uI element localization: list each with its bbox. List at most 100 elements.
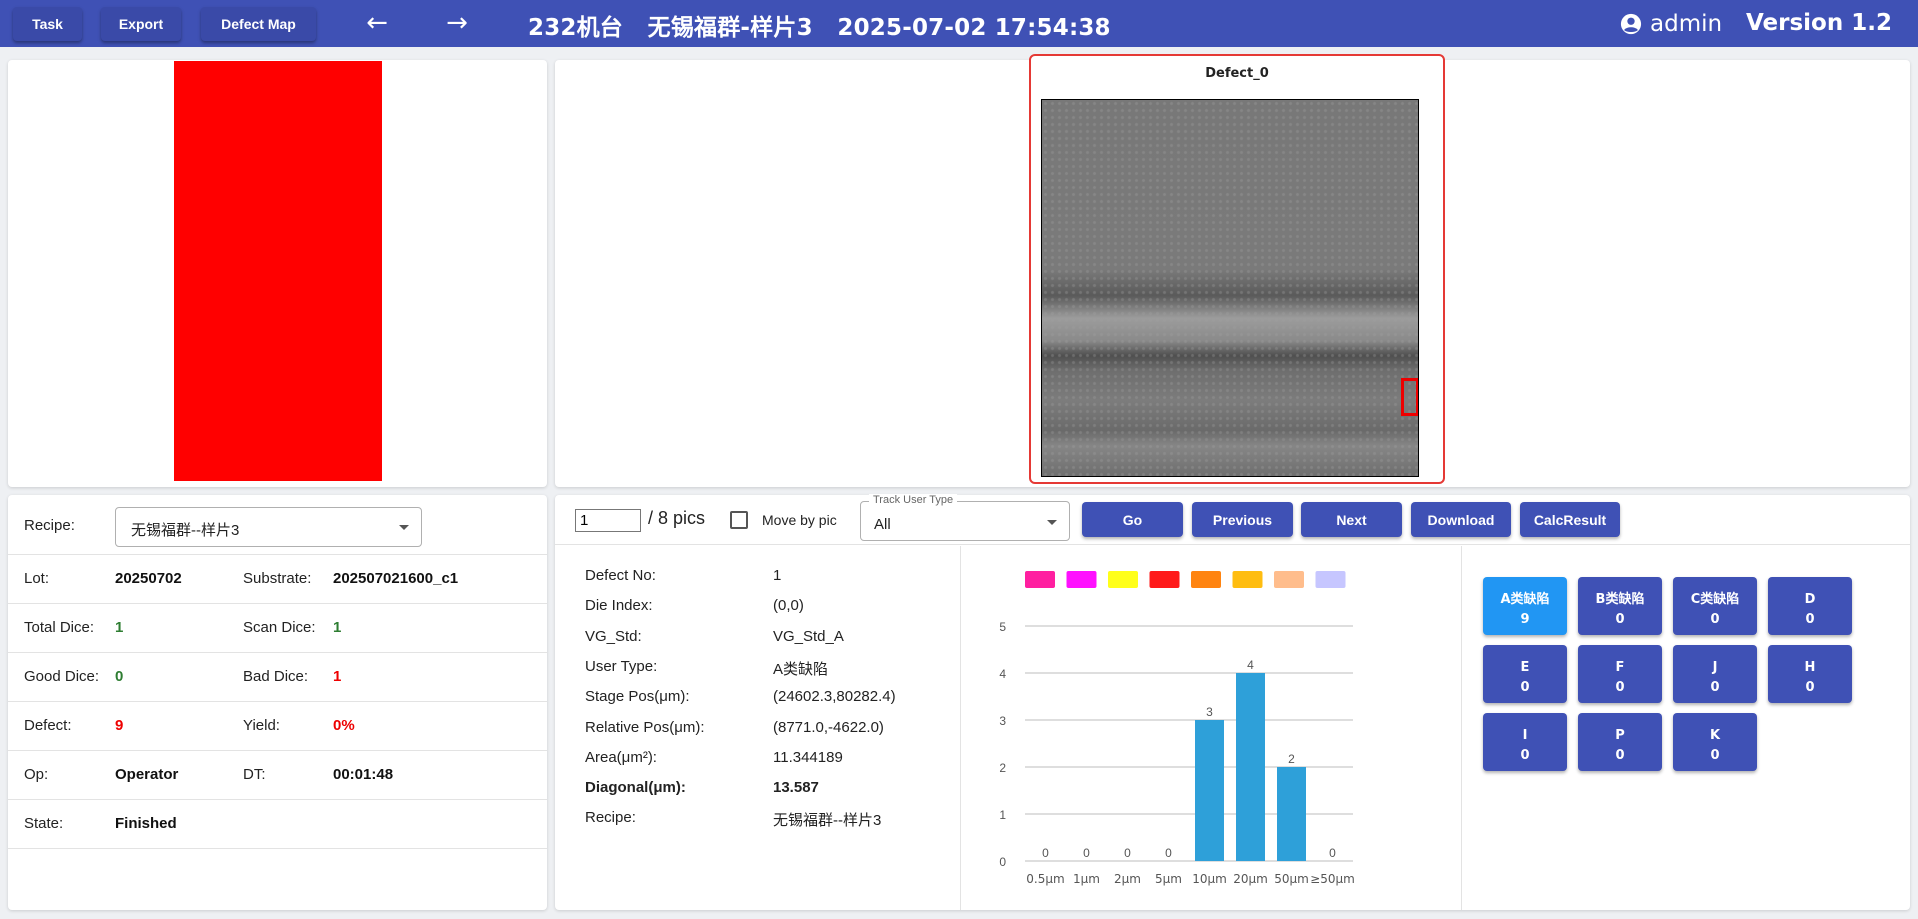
bar-value-label: 0 bbox=[1165, 846, 1172, 860]
info-row: State: Finished bbox=[8, 800, 547, 849]
defect-type-button[interactable]: C类缺陷 0 bbox=[1673, 577, 1757, 635]
defect-card[interactable]: Defect_0 bbox=[1029, 54, 1445, 484]
x-tick-label: 5μm bbox=[1155, 872, 1182, 886]
defect-map-button[interactable]: Defect Map bbox=[201, 7, 316, 41]
info-value: 0% bbox=[333, 717, 355, 734]
navigation-controls: / 8 pics Move by pic Track User Type All… bbox=[555, 494, 1910, 545]
defect-type-button[interactable]: K0 bbox=[1673, 713, 1757, 771]
defect-image-panel: Defect_0 bbox=[555, 54, 1910, 487]
x-tick-label: 10μm bbox=[1192, 872, 1227, 886]
x-tick-label: 2μm bbox=[1114, 872, 1141, 886]
detail-value: (0,0) bbox=[773, 597, 804, 615]
defect-image bbox=[1041, 99, 1419, 477]
info-row: Defect: 9 Yield: 0% bbox=[8, 702, 547, 751]
move-by-pic-checkbox[interactable] bbox=[730, 511, 748, 529]
defect-title: Defect_0 bbox=[1205, 66, 1269, 81]
task-button[interactable]: Task bbox=[13, 7, 82, 41]
defect-type-button[interactable]: B类缺陷 0 bbox=[1578, 577, 1662, 635]
info-row: Op: Operator DT: 00:01:48 bbox=[8, 751, 547, 800]
page-number-input[interactable] bbox=[575, 509, 641, 532]
defect-type-name: K bbox=[1709, 727, 1721, 743]
defect-type-button[interactable]: D0 bbox=[1768, 577, 1852, 635]
legend-swatch bbox=[1108, 571, 1138, 588]
page-title: 232机台 无锡福群-样片3 2025-07-02 17:54:38 bbox=[528, 15, 1111, 41]
x-tick-label: 50μm bbox=[1274, 872, 1309, 886]
arrow-right-icon[interactable]: → bbox=[441, 8, 473, 40]
defect-type-name: I bbox=[1522, 727, 1528, 743]
info-label: Good Dice: bbox=[24, 668, 100, 685]
info-label: State: bbox=[24, 815, 64, 832]
detail-area: Defect No: 1 Die Index: (0,0) VG_Std: VG_Std_… bbox=[555, 546, 1910, 910]
die-map-cell[interactable] bbox=[174, 61, 382, 481]
bar-value-label: 0 bbox=[1083, 846, 1090, 860]
info-label: Defect: bbox=[24, 717, 72, 734]
recipe-select-value: 无锡福群--样片3 bbox=[131, 522, 240, 539]
defect-type-name: E bbox=[1520, 659, 1530, 675]
detail-value: 无锡福群--样片3 bbox=[773, 812, 882, 830]
bar-value-label: 0 bbox=[1042, 846, 1049, 860]
info-row: Total Dice: 1 Scan Dice: 1 bbox=[8, 604, 547, 653]
detail-label: Defect No: bbox=[585, 567, 656, 584]
go-button[interactable]: Go bbox=[1082, 502, 1183, 537]
defect-type-name: J bbox=[1712, 659, 1718, 675]
y-tick-label: 4 bbox=[999, 667, 1006, 681]
user-menu[interactable]: admin bbox=[1620, 10, 1722, 38]
x-tick-label: ≥50μm bbox=[1310, 872, 1355, 886]
bar bbox=[1277, 767, 1306, 861]
defect-type-name: F bbox=[1615, 659, 1625, 675]
defect-marker bbox=[1401, 378, 1418, 416]
info-value: 202507021600_c1 bbox=[333, 570, 459, 587]
info-value: 9 bbox=[115, 717, 124, 734]
calc-result-button[interactable]: CalcResult bbox=[1520, 502, 1620, 537]
bar bbox=[1195, 720, 1224, 861]
detail-value: 1 bbox=[773, 567, 782, 584]
defect-type-button[interactable]: E0 bbox=[1483, 645, 1567, 703]
defect-type-button[interactable]: A类缺陷 9 bbox=[1483, 577, 1567, 635]
legend-swatch bbox=[1315, 571, 1346, 588]
defect-type-button[interactable]: P0 bbox=[1578, 713, 1662, 771]
y-tick-label: 3 bbox=[999, 714, 1006, 728]
defect-type-name: P bbox=[1615, 727, 1625, 743]
bar-value-label: 4 bbox=[1247, 658, 1254, 672]
bar bbox=[1236, 673, 1265, 861]
defect-type-name: B类缺陷 bbox=[1595, 591, 1645, 607]
track-user-type-legend: Track User Type bbox=[869, 494, 958, 506]
detail-label: Area(μm²): bbox=[585, 748, 657, 766]
defect-type-button[interactable]: H0 bbox=[1768, 645, 1852, 703]
bar-value-label: 3 bbox=[1206, 705, 1213, 719]
legend-swatch bbox=[1274, 571, 1304, 588]
y-tick-label: 0 bbox=[999, 855, 1006, 869]
info-value: 1 bbox=[333, 668, 342, 685]
detail-label: VG_Std: bbox=[585, 627, 642, 645]
defect-type-count: 0 bbox=[1615, 611, 1625, 627]
export-button[interactable]: Export bbox=[101, 7, 181, 41]
info-value: 1 bbox=[333, 619, 342, 636]
detail-value: (8771.0,-4622.0) bbox=[773, 718, 884, 736]
arrow-left-icon[interactable]: ← bbox=[361, 8, 393, 40]
track-user-type-select[interactable]: Track User Type All bbox=[860, 494, 1070, 541]
legend-swatch bbox=[1191, 571, 1221, 588]
defect-type-button[interactable]: F0 bbox=[1578, 645, 1662, 703]
download-button[interactable]: Download bbox=[1411, 502, 1511, 537]
detail-value: VG_Std_A bbox=[773, 627, 844, 645]
detail-value: 13.587 bbox=[773, 779, 819, 797]
info-label: DT: bbox=[243, 766, 266, 783]
defect-type-button[interactable]: I0 bbox=[1483, 713, 1567, 771]
info-value: Finished bbox=[115, 815, 177, 832]
detail-value: 11.344189 bbox=[773, 748, 843, 766]
defect-type-name: C类缺陷 bbox=[1690, 591, 1740, 607]
defect-type-count: 0 bbox=[1520, 747, 1530, 763]
next-button[interactable]: Next bbox=[1301, 502, 1402, 537]
version-label: Version 1.2 bbox=[1746, 10, 1892, 36]
detail-label: Relative Pos(μm): bbox=[585, 718, 705, 736]
info-value: 20250702 bbox=[115, 570, 182, 587]
detail-label: User Type: bbox=[585, 657, 658, 675]
detail-value: A类缺陷 bbox=[773, 660, 829, 678]
info-label: Total Dice: bbox=[24, 619, 95, 636]
recipe-select[interactable]: 无锡福群--样片3 bbox=[115, 507, 422, 547]
previous-button[interactable]: Previous bbox=[1192, 502, 1293, 537]
divider bbox=[960, 546, 961, 910]
defect-type-button[interactable]: J0 bbox=[1673, 645, 1757, 703]
move-by-pic-label: Move by pic bbox=[762, 512, 837, 528]
defect-detail-panel: / 8 pics Move by pic Track User Type All… bbox=[555, 494, 1910, 910]
